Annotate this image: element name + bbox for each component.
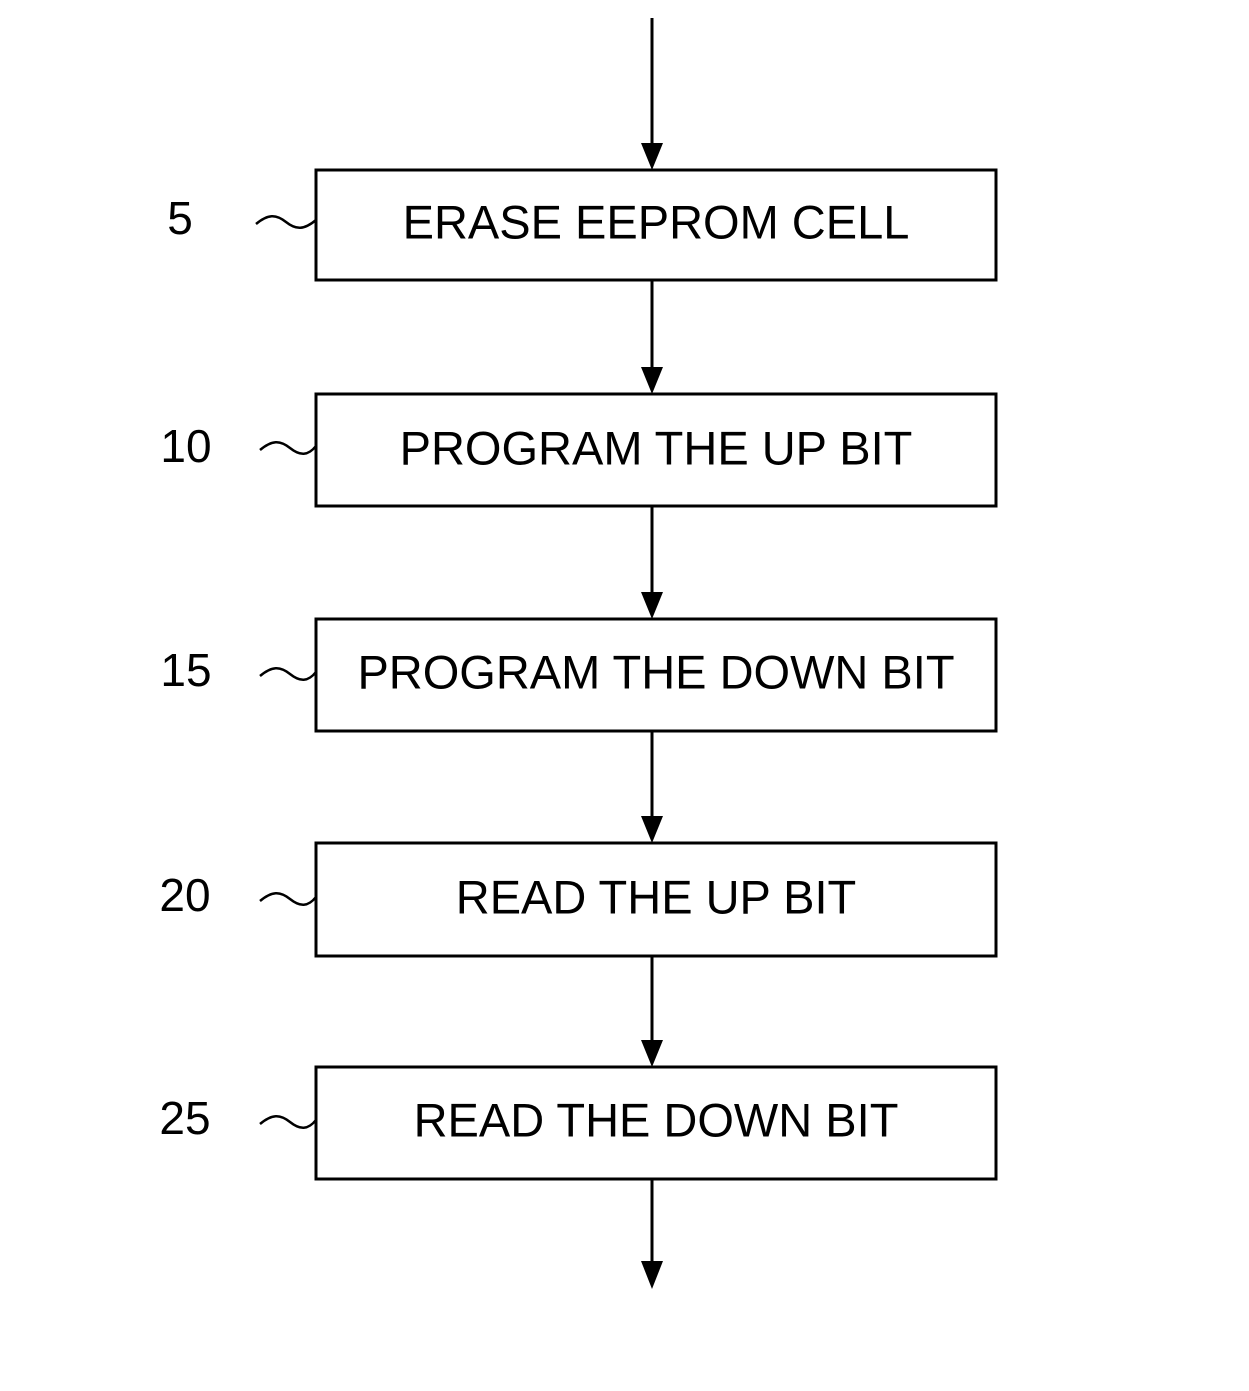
- step-label: READ THE DOWN BIT: [414, 1094, 899, 1147]
- exit-arrow: [641, 1179, 663, 1289]
- step-read-the-up-bit: READ THE UP BIT 20: [159, 841, 998, 958]
- arrowhead-icon: [641, 367, 663, 394]
- step-label: READ THE UP BIT: [456, 871, 856, 924]
- reference-numeral: 25: [159, 1092, 210, 1144]
- arrowhead-icon: [641, 1261, 663, 1289]
- step-label: PROGRAM THE DOWN BIT: [357, 646, 954, 699]
- leader-line-icon: [259, 441, 317, 455]
- reference-numeral: 15: [160, 644, 211, 696]
- reference-numeral: 5: [167, 192, 193, 244]
- leader-line-icon: [259, 1115, 317, 1129]
- step-label: ERASE EEPROM CELL: [403, 196, 910, 249]
- leader-line-icon: [259, 892, 317, 906]
- leader-line-icon: [255, 215, 317, 229]
- connector-arrow: [641, 280, 663, 394]
- reference-numeral: 20: [159, 869, 210, 921]
- arrowhead-icon: [641, 1040, 663, 1067]
- arrowhead-icon: [641, 816, 663, 843]
- connector-arrow: [641, 506, 663, 619]
- connector-arrow: [641, 731, 663, 843]
- step-program-the-down-bit: PROGRAM THE DOWN BIT 15: [160, 617, 998, 733]
- reference-numeral: 10: [160, 420, 211, 472]
- leader-line-icon: [259, 667, 317, 681]
- entry-arrow: [641, 18, 663, 170]
- arrowhead-icon: [641, 592, 663, 619]
- step-program-the-up-bit: PROGRAM THE UP BIT 10: [160, 392, 998, 508]
- step-erase-eeprom-cell: ERASE EEPROM CELL 5: [167, 168, 998, 282]
- flowchart: ERASE EEPROM CELL 5 PROGRAM THE UP BIT 1…: [159, 18, 998, 1289]
- step-read-the-down-bit: READ THE DOWN BIT 25: [159, 1065, 998, 1181]
- connector-arrow: [641, 956, 663, 1067]
- arrowhead-icon: [641, 143, 663, 170]
- step-label: PROGRAM THE UP BIT: [400, 422, 913, 475]
